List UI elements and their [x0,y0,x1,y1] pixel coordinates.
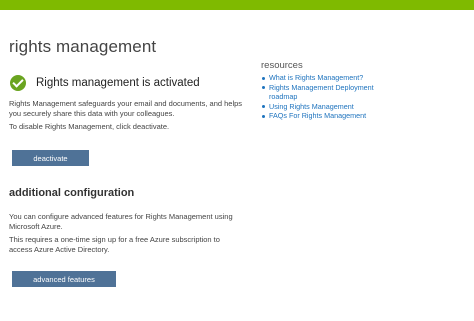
resources-list: What is Rights Management? Rights Manage… [261,73,374,121]
resource-item: Rights Management Deployment roadmap [261,83,374,102]
resource-item: What is Rights Management? [261,73,374,83]
description-line-1: Rights Management safeguards your email … [9,99,243,108]
description-line-2: you securely share this data with your c… [9,109,175,118]
resource-item: Using Rights Management [261,102,374,112]
link-using-rights-management[interactable]: Using Rights Management [269,102,354,111]
link-what-is-rights-management[interactable]: What is Rights Management? [269,73,363,82]
deactivate-button[interactable]: deactivate [12,150,89,166]
azure-requirement-line-1: This requires a one-time sign up for a f… [9,235,220,244]
status-text: Rights management is activated [36,77,200,89]
check-circle-icon [10,75,26,91]
resources-heading: resources [261,60,303,71]
resources-panel: resources What is Rights Management? Rig… [261,60,374,121]
link-deployment-roadmap[interactable]: Rights Management Deployment roadmap [269,83,374,102]
activation-status: Rights management is activated [10,74,200,92]
advanced-features-button[interactable]: advanced features [12,271,116,287]
top-accent-bar [0,0,474,10]
disable-instruction: To disable Rights Management, click deac… [9,122,170,131]
additional-configuration-heading: additional configuration [9,187,135,199]
link-deployment-roadmap-line-1: Rights Management Deployment [269,82,374,92]
azure-requirement-line-2: access Azure Active Directory. [9,245,110,254]
resource-item: FAQs For Rights Management [261,111,374,121]
link-faqs-rights-management[interactable]: FAQs For Rights Management [269,111,366,120]
advanced-description-line-1: You can configure advanced features for … [9,212,233,221]
page-title: rights management [9,37,157,56]
link-deployment-roadmap-line-2: roadmap [269,92,298,102]
advanced-description-line-2: Microsoft Azure. [9,222,63,231]
